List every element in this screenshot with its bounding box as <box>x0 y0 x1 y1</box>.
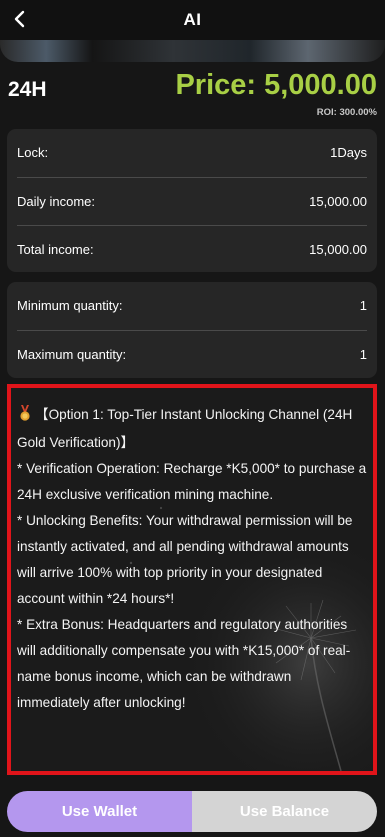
quantity-label: Maximum quantity: <box>17 346 127 362</box>
quantity-row-maximum: Maximum quantity: 1 <box>17 331 367 379</box>
detail-label: Lock: <box>17 145 49 161</box>
description-title-line: 【Option 1: Top-Tier Instant Unlocking Ch… <box>17 402 367 456</box>
detail-value: 15,000.00 <box>309 242 367 258</box>
quantity-label: Minimum quantity: <box>17 298 123 314</box>
quantity-value: 1 <box>359 346 367 362</box>
quantity-value: 1 <box>359 298 367 314</box>
hero-banner <box>0 40 385 62</box>
description-item: * Verification Operation: Recharge *K5,0… <box>17 461 367 502</box>
detail-row-lock: Lock: 1Days <box>17 129 367 178</box>
product-price: Price: 5,000.00 <box>175 69 377 101</box>
detail-label: Total income: <box>17 242 94 258</box>
detail-label: Daily income: <box>17 193 96 209</box>
details-card: Lock: 1Days Daily income: 15,000.00 Tota… <box>7 129 377 272</box>
medal-icon <box>17 404 33 430</box>
description-item: * Extra Bonus: Headquarters and regulato… <box>17 617 351 710</box>
detail-row-total-income: Total income: 15,000.00 <box>17 226 367 274</box>
description-text: 【Option 1: Top-Tier Instant Unlocking Ch… <box>11 388 373 716</box>
description-panel: 【Option 1: Top-Tier Instant Unlocking Ch… <box>7 384 377 775</box>
detail-value: 1Days <box>330 145 367 161</box>
product-name: 24H <box>8 78 47 101</box>
description-item: * Unlocking Benefits: Your withdrawal pe… <box>17 513 353 606</box>
quantity-row-minimum: Minimum quantity: 1 <box>17 282 367 331</box>
back-button[interactable] <box>8 7 30 31</box>
use-wallet-button[interactable]: Use Wallet <box>7 791 192 832</box>
chevron-left-icon <box>14 10 25 28</box>
description-title: 【Option 1: Top-Tier Instant Unlocking Ch… <box>17 407 353 450</box>
quantity-card: Minimum quantity: 1 Maximum quantity: 1 <box>7 282 377 378</box>
page-title: AI <box>183 10 202 29</box>
product-roi: ROI: 300.00% <box>316 107 377 118</box>
detail-row-daily-income: Daily income: 15,000.00 <box>17 178 367 226</box>
top-bar: AI <box>0 0 385 40</box>
payment-actions: Use Wallet Use Balance <box>7 791 377 832</box>
use-balance-button[interactable]: Use Balance <box>192 791 377 832</box>
detail-value: 15,000.00 <box>309 193 367 209</box>
